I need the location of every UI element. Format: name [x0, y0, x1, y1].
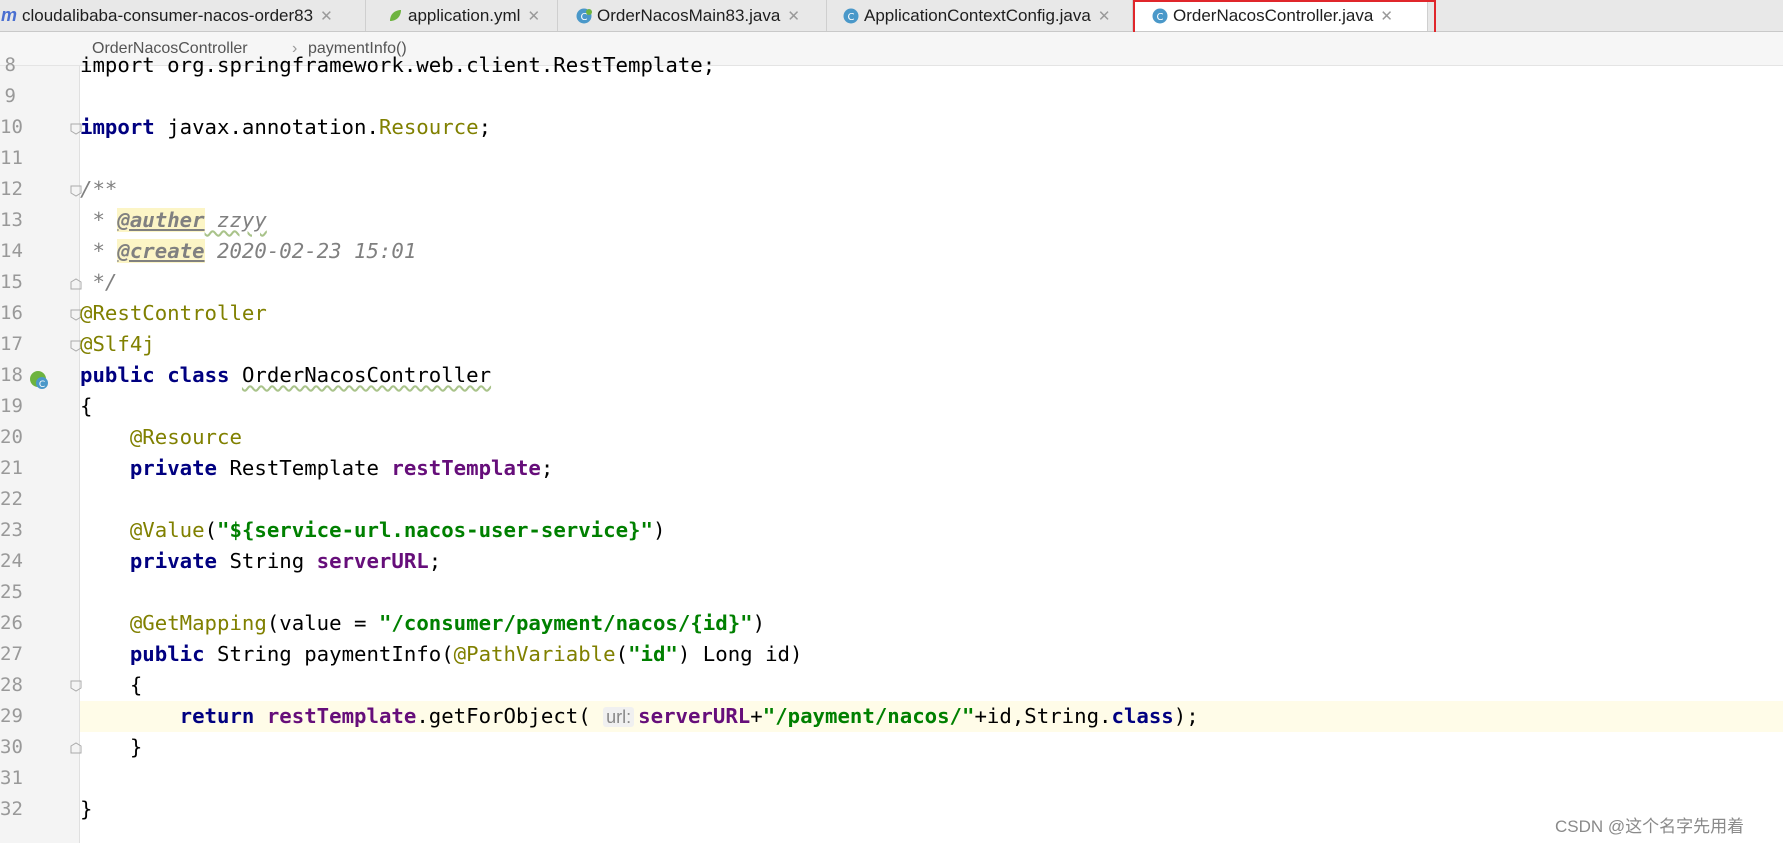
- line-gutter: 8 9 10 11 12 13 14 15 16 17 18 19 20 21 22 23 24 25 26 27 28…: [0, 54, 82, 843]
- close-icon[interactable]: ✕: [787, 7, 800, 25]
- line-number: 20: [0, 426, 23, 448]
- code-line-current: return restTemplate.getForObject( url: se…: [80, 701, 1783, 732]
- line-number: 22: [0, 488, 23, 510]
- line-number: 24: [0, 550, 23, 572]
- class-icon: C: [1151, 7, 1169, 25]
- line-number: 9: [4, 85, 16, 107]
- tab-label: cloudalibaba-consumer-nacos-order83: [22, 5, 314, 25]
- code-line: @GetMapping(value = "/consumer/payment/n…: [129, 611, 766, 635]
- line-number: 11: [0, 147, 23, 169]
- line-number: 30: [0, 736, 23, 758]
- tab-order-nacos-main83[interactable]: C OrderNacosMain83.java ✕: [558, 0, 827, 31]
- line-number: 15: [0, 271, 23, 293]
- code-line: private RestTemplate restTemplate;: [129, 456, 554, 480]
- code-editor[interactable]: import org.springframework.web.client.Re…: [80, 53, 1783, 843]
- tab-label: OrderNacosController.java: [1173, 5, 1374, 25]
- code-line: * @auther zzyy: [80, 208, 267, 232]
- line-number: 23: [0, 519, 23, 541]
- code-line: @Resource: [129, 425, 242, 449]
- line-number: 8: [4, 54, 16, 76]
- line-number: 31: [0, 767, 23, 789]
- line-number: 17: [0, 333, 23, 355]
- line-number: 18: [0, 364, 23, 386]
- code-line: /**: [80, 177, 118, 201]
- close-icon[interactable]: ✕: [1380, 7, 1393, 25]
- svg-text:C: C: [1157, 12, 1164, 23]
- code-line: }: [80, 797, 93, 821]
- code-line: @RestController: [80, 301, 267, 325]
- editor-tab-bar: m cloudalibaba-consumer-nacos-order83 ✕ …: [0, 0, 1783, 32]
- code-line: public String paymentInfo(@PathVariable(…: [129, 642, 803, 666]
- line-number: 10: [0, 116, 23, 138]
- class-icon: C: [842, 7, 860, 25]
- line-number: 16: [0, 302, 23, 324]
- yaml-leaf-icon: [386, 7, 404, 25]
- line-number: 29: [0, 705, 23, 727]
- code-line: }: [129, 735, 143, 759]
- code-line: @Value("${service-url.nacos-user-service…: [129, 518, 666, 542]
- code-line: {: [80, 394, 93, 418]
- spring-class-icon: C: [575, 7, 593, 25]
- line-number: 12: [0, 178, 23, 200]
- svg-text:C: C: [848, 12, 855, 23]
- code-line: {: [129, 673, 143, 697]
- close-icon[interactable]: ✕: [1098, 7, 1111, 25]
- line-number: 25: [0, 581, 23, 603]
- svg-text:C: C: [39, 380, 45, 390]
- line-number: 21: [0, 457, 23, 479]
- line-number: 26: [0, 612, 23, 634]
- code-line: * @create 2020-02-23 15:01: [80, 239, 417, 263]
- svg-text:C: C: [581, 12, 588, 23]
- line-number: 28: [0, 674, 23, 696]
- tab-label: ApplicationContextConfig.java: [864, 5, 1091, 25]
- parameter-hint: url:: [603, 707, 635, 727]
- code-line: private String serverURL;: [129, 549, 442, 573]
- code-line: public class OrderNacosController: [80, 363, 492, 387]
- close-icon[interactable]: ✕: [527, 7, 540, 25]
- code-line: @Slf4j: [80, 332, 155, 356]
- code-line: import org.springframework.web.client.Re…: [80, 53, 716, 77]
- module-icon: m: [0, 5, 17, 25]
- tab-label: application.yml: [408, 5, 521, 25]
- tab-label: OrderNacosMain83.java: [597, 5, 781, 25]
- line-number: 14: [0, 240, 23, 262]
- line-number: 32: [0, 798, 23, 820]
- tab-module[interactable]: m cloudalibaba-consumer-nacos-order83 ✕: [0, 0, 366, 31]
- tab-application-yml[interactable]: application.yml ✕: [366, 0, 558, 31]
- code-line: */: [80, 270, 118, 294]
- line-number: 19: [0, 395, 23, 417]
- code-line: import javax.annotation.Resource;: [80, 115, 492, 139]
- spring-bean-gutter-icon[interactable]: C: [27, 368, 51, 392]
- close-icon[interactable]: ✕: [320, 7, 333, 25]
- tab-application-context-config[interactable]: C ApplicationContextConfig.java ✕: [827, 0, 1133, 31]
- line-number: 27: [0, 643, 23, 665]
- tab-order-nacos-controller[interactable]: C OrderNacosController.java ✕: [1133, 0, 1428, 31]
- line-number: 13: [0, 209, 23, 231]
- watermark: CSDN @这个名字先用着: [1555, 817, 1745, 836]
